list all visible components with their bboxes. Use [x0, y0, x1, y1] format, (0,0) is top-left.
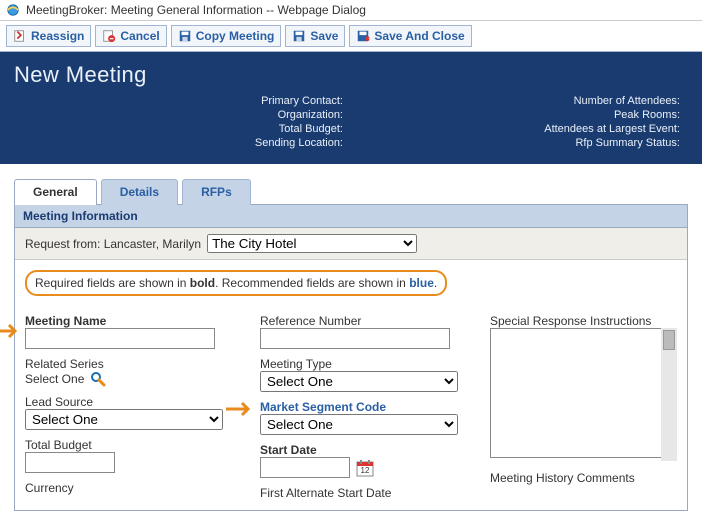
- hdr-largest-event: Attendees at Largest Event:: [351, 123, 688, 135]
- svg-text:12: 12: [361, 466, 370, 475]
- meeting-name-input[interactable]: [25, 328, 215, 349]
- cancel-label: Cancel: [120, 29, 159, 43]
- market-segment-label: Market Segment Code: [260, 400, 470, 414]
- save-close-button[interactable]: Save And Close: [349, 25, 471, 47]
- reassign-icon: [13, 29, 27, 43]
- meeting-history-label: Meeting History Comments: [490, 471, 677, 485]
- arrow-icon: [0, 324, 23, 338]
- special-response-label: Special Response Instructions: [490, 314, 677, 328]
- hdr-rfp-status: Rfp Summary Status:: [351, 137, 688, 149]
- search-icon[interactable]: [90, 371, 106, 387]
- meeting-type-select[interactable]: Select One: [260, 371, 458, 392]
- save-icon: [292, 29, 306, 43]
- currency-label: Currency: [25, 481, 240, 495]
- tab-general[interactable]: General: [14, 179, 97, 205]
- related-series-label: Related Series: [25, 357, 240, 371]
- lead-source-select[interactable]: Select One: [25, 409, 223, 430]
- page-header: New Meeting Primary Contact: Organizatio…: [0, 52, 702, 164]
- reference-number-label: Reference Number: [260, 314, 470, 328]
- arrow-icon: [226, 402, 256, 416]
- hdr-organization: Organization:: [14, 109, 351, 121]
- first-alt-start-label: First Alternate Start Date: [260, 486, 470, 500]
- market-segment-select[interactable]: Select One: [260, 414, 458, 435]
- request-from-select[interactable]: The City Hotel: [207, 234, 417, 253]
- save-button[interactable]: Save: [285, 25, 345, 47]
- tab-rfps[interactable]: RFPs: [182, 179, 251, 205]
- start-date-label: Start Date: [260, 443, 470, 457]
- lead-source-label: Lead Source: [25, 395, 240, 409]
- reassign-button[interactable]: Reassign: [6, 25, 91, 47]
- special-response-textarea[interactable]: [490, 328, 677, 458]
- start-date-input[interactable]: [260, 457, 350, 478]
- scrollbar[interactable]: [661, 328, 677, 461]
- request-from-row: Request from: Lancaster, Marilyn The Cit…: [15, 228, 687, 260]
- hdr-attendees: Number of Attendees:: [351, 95, 688, 107]
- cancel-icon: [102, 29, 116, 43]
- save-close-icon: [356, 29, 370, 43]
- cancel-button[interactable]: Cancel: [95, 25, 166, 47]
- meeting-type-label: Meeting Type: [260, 357, 470, 371]
- panel-title: Meeting Information: [15, 205, 687, 228]
- reassign-label: Reassign: [31, 29, 84, 43]
- window-title: MeetingBroker: Meeting General Informati…: [26, 3, 366, 17]
- meeting-name-label: Meeting Name: [25, 314, 240, 328]
- form-area: Meeting Name Related Series Select One L…: [15, 300, 687, 510]
- meeting-info-panel: Meeting Information Request from: Lancas…: [14, 204, 688, 511]
- reference-number-input[interactable]: [260, 328, 450, 349]
- save-label: Save: [310, 29, 338, 43]
- hdr-sending-location: Sending Location:: [14, 137, 351, 149]
- hdr-peak-rooms: Peak Rooms:: [351, 109, 688, 121]
- ie-icon: [6, 3, 20, 17]
- copy-label: Copy Meeting: [196, 29, 275, 43]
- copy-meeting-button[interactable]: Copy Meeting: [171, 25, 282, 47]
- window-title-bar: MeetingBroker: Meeting General Informati…: [0, 0, 702, 21]
- total-budget-label: Total Budget: [25, 438, 240, 452]
- hdr-primary-contact: Primary Contact:: [14, 95, 351, 107]
- tab-details[interactable]: Details: [101, 179, 178, 205]
- total-budget-input[interactable]: [25, 452, 115, 473]
- tab-strip: General Details RFPs: [14, 179, 702, 205]
- hdr-total-budget: Total Budget:: [14, 123, 351, 135]
- field-hint-callout: Required fields are shown in bold. Recom…: [25, 270, 447, 296]
- request-from-label: Request from: Lancaster, Marilyn: [25, 237, 201, 251]
- calendar-icon[interactable]: 12: [356, 459, 374, 477]
- save-close-label: Save And Close: [374, 29, 464, 43]
- page-title: New Meeting: [14, 62, 688, 88]
- related-series-value: Select One: [25, 372, 84, 386]
- toolbar: Reassign Cancel Copy Meeting Save Save A…: [0, 21, 702, 52]
- save-icon: [178, 29, 192, 43]
